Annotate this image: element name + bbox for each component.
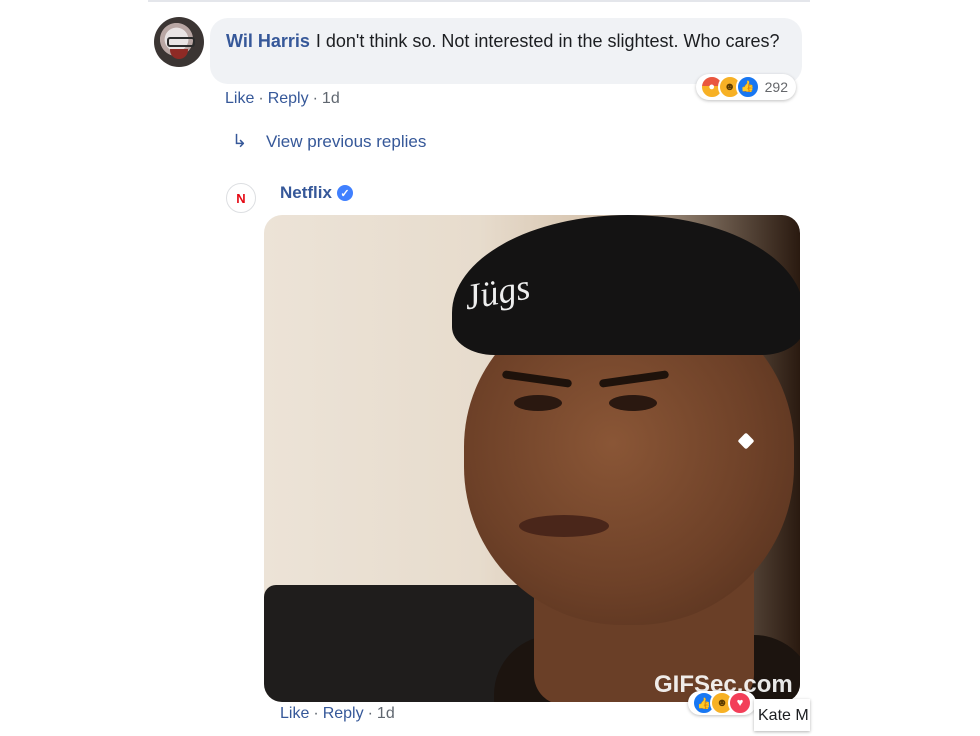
- reply-author-name: Netflix: [280, 183, 332, 202]
- separator: ·: [258, 90, 264, 107]
- view-previous-replies[interactable]: ↳ View previous replies: [232, 131, 426, 152]
- gif-right-eye: [609, 395, 657, 411]
- reply-author-link[interactable]: Netflix ✓: [280, 183, 353, 203]
- avatar-glasses-shape: [167, 37, 195, 47]
- verified-badge-icon: ✓: [336, 185, 353, 201]
- love-icon: ♥: [728, 691, 752, 715]
- comment-author-link[interactable]: Wil Harris: [226, 31, 310, 51]
- gif-left-eye: [514, 395, 562, 411]
- comment-actions: Like · Reply · 1d: [225, 90, 340, 108]
- like-icon: 👍: [735, 75, 760, 99]
- reply-actions: Like · Reply · 1d: [280, 705, 395, 723]
- avatar-beard-shape: [170, 49, 188, 59]
- reaction-count: 292: [764, 78, 788, 95]
- comment-reactions-summary[interactable]: ● ☻ 👍 292: [695, 74, 796, 100]
- reply-link[interactable]: Reply: [268, 90, 309, 107]
- reply-reactions-summary[interactable]: 👍 ☻ ♥: [688, 691, 756, 715]
- netflix-logo-letter: N: [236, 190, 246, 206]
- chat-tab-name: Kate M: [758, 707, 809, 724]
- commenter-avatar[interactable]: [154, 17, 204, 67]
- reply-gif[interactable]: Jügs GIFSec.com: [264, 215, 800, 702]
- separator: ·: [312, 90, 318, 107]
- comment-text: I don't think so. Not interested in the …: [315, 31, 780, 51]
- chat-tab-kate[interactable]: Kate M: [754, 699, 810, 731]
- separator: ·: [367, 705, 373, 722]
- view-previous-label: View previous replies: [266, 131, 427, 151]
- netflix-avatar[interactable]: N: [226, 183, 256, 213]
- like-link[interactable]: Like: [225, 90, 254, 107]
- comment-bubble: Wil Harris I don't think so. Not interest…: [210, 18, 802, 100]
- separator: ·: [313, 705, 319, 722]
- top-divider: [148, 0, 810, 2]
- reply-arrow-icon: ↳: [232, 131, 248, 151]
- like-link[interactable]: Like: [280, 705, 309, 722]
- comment-timestamp[interactable]: 1d: [322, 90, 340, 107]
- gif-mouth: [519, 515, 609, 537]
- reply-timestamp[interactable]: 1d: [377, 705, 395, 722]
- reply-link[interactable]: Reply: [323, 705, 364, 722]
